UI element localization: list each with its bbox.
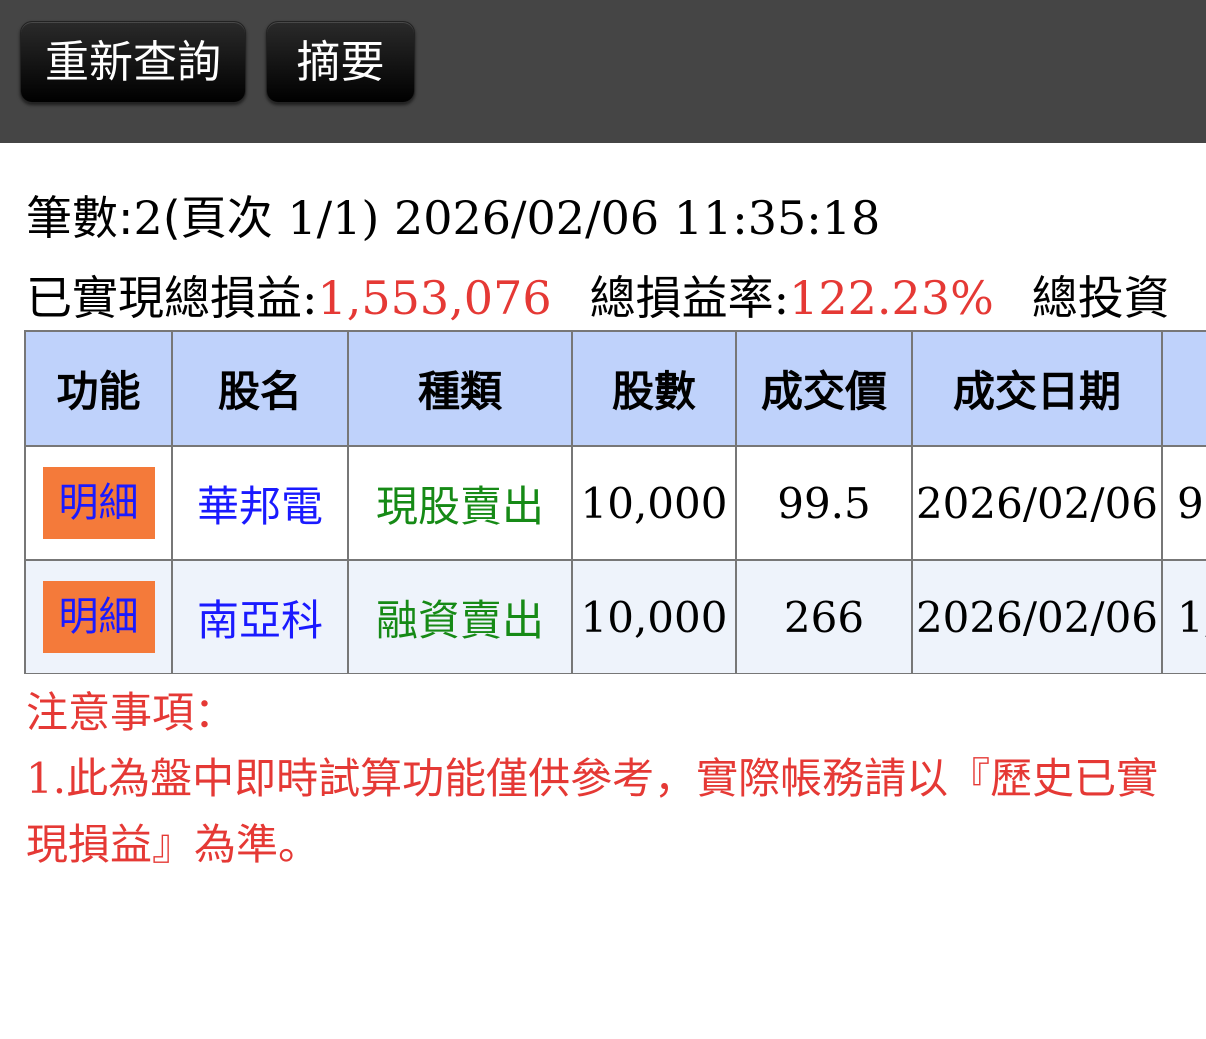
notes-line-1-prefix: 1. <box>26 754 67 803</box>
cell-stock-name: 南亞科 <box>171 559 349 674</box>
notes-section: 注意事項： 1.此為盤中即時試算功能僅供參考，實際帳務請以『歷史已實現損益』為準… <box>26 680 1186 878</box>
notes-line-1: 1.此為盤中即時試算功能僅供參考，實際帳務請以『歷史已實現損益』為準。 <box>26 746 1186 878</box>
cell-shares: 10,000 <box>571 445 737 561</box>
notes-title: 注意事項： <box>26 688 237 737</box>
trade-type: 現股賣出 <box>375 481 544 531</box>
trades-table: 功能 股名 種類 股數 成交價 成交日期 帳 明細 華邦電 現股賣出 10,00… <box>24 330 1206 674</box>
cell-price: 99.5 <box>735 445 913 561</box>
cell-trade-date: 2026/02/06 <box>911 559 1163 674</box>
count-label: 筆數: <box>26 191 134 245</box>
query-datetime: 2026/02/06 11:35:18 <box>393 191 881 245</box>
realized-value: 1,553,076 <box>317 271 552 325</box>
header-price: 成交價 <box>735 330 913 447</box>
detail-button[interactable]: 明細 <box>42 467 155 539</box>
cell-account: 1, <box>1161 559 1206 674</box>
cell-type: 融資賣出 <box>347 559 573 674</box>
rate-value: 122.23% <box>789 271 994 325</box>
cell-type: 現股賣出 <box>347 445 573 561</box>
count-value: 2 <box>133 191 163 245</box>
stock-name: 南亞科 <box>196 595 323 645</box>
rate-label: 總損益率 <box>589 271 774 325</box>
table-row: 明細 南亞科 融資賣出 10,000 266 2026/02/06 1, <box>24 559 1206 674</box>
notes-line-1-text: 此為盤中即時試算功能僅供參考，實際帳務請以『歷史已實現損益』為準。 <box>26 754 1159 869</box>
cell-trade-date: 2026/02/06 <box>911 445 1163 561</box>
cell-account: 9 <box>1161 445 1206 561</box>
header-function: 功能 <box>24 330 173 447</box>
cell-function: 明細 <box>24 445 173 561</box>
cell-price: 266 <box>735 559 913 674</box>
stock-name: 華邦電 <box>196 481 323 531</box>
header-account: 帳 <box>1161 330 1206 447</box>
cell-shares: 10,000 <box>571 559 737 674</box>
header-stock-name: 股名 <box>171 330 349 447</box>
requery-button[interactable]: 重新查詢 <box>20 21 246 103</box>
header-shares: 股數 <box>571 330 737 447</box>
top-toolbar: 重新查詢 摘要 <box>0 0 1206 143</box>
detail-button[interactable]: 明細 <box>42 581 155 653</box>
header-trade-date: 成交日期 <box>911 330 1163 447</box>
realized-label: 已實現總損益 <box>26 271 302 325</box>
record-count-line: 筆數:2(頁次 1/1) 2026/02/06 11:35:18 <box>26 182 880 248</box>
header-type: 種類 <box>347 330 573 447</box>
trade-type: 融資賣出 <box>375 595 544 645</box>
cell-stock-name: 華邦電 <box>171 445 349 561</box>
page-value: 1/1) <box>272 191 380 245</box>
table-row: 明細 華邦電 現股賣出 10,000 99.5 2026/02/06 9 <box>24 445 1206 561</box>
table-header-row: 功能 股名 種類 股數 成交價 成交日期 帳 <box>24 330 1206 447</box>
trades-table-container: 功能 股名 種類 股數 成交價 成交日期 帳 明細 華邦電 現股賣出 10,00… <box>24 330 1206 674</box>
cell-function: 明細 <box>24 559 173 674</box>
invest-label: 總投資 <box>1031 271 1170 325</box>
page-prefix: (頁次 <box>162 191 273 245</box>
profit-summary-line: 已實現總損益:1,553,076 總損益率:122.23% 總投資 <box>26 271 1170 325</box>
summary-button[interactable]: 摘要 <box>266 21 415 103</box>
